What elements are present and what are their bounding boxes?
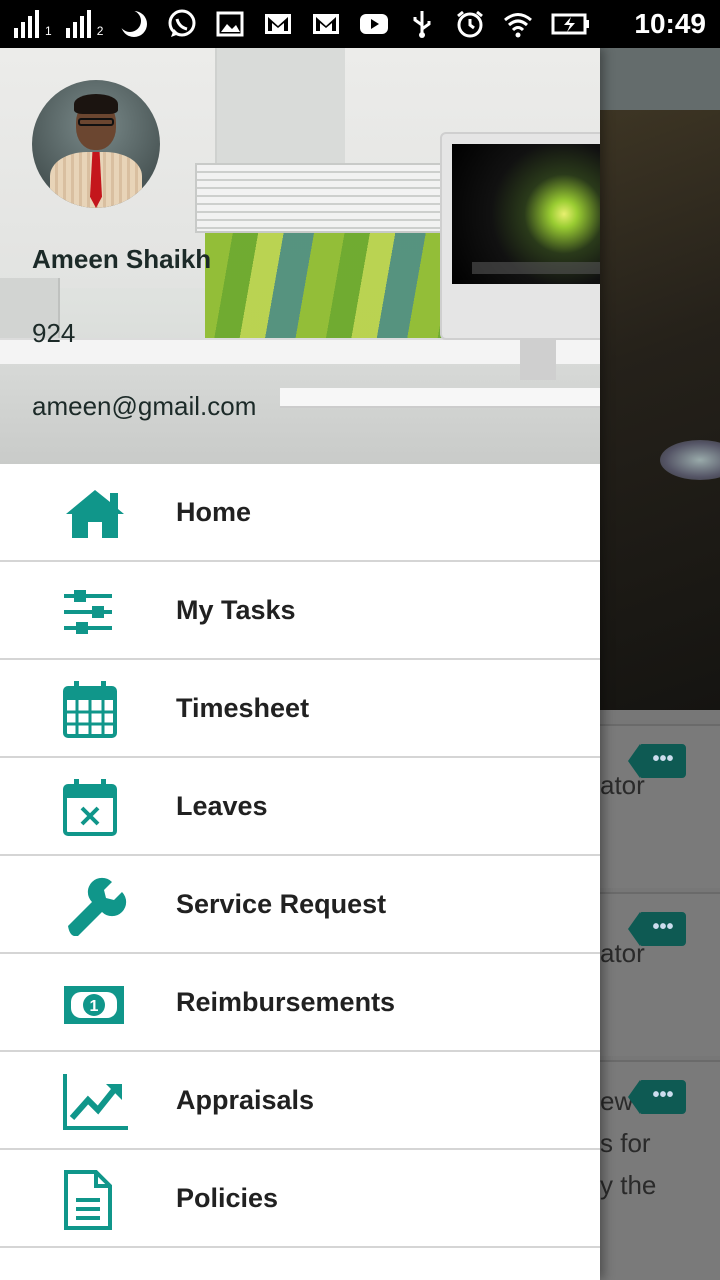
background-card: ator ••• [600, 892, 720, 1056]
menu-item-leaves[interactable]: Leaves [0, 758, 600, 856]
document-icon [62, 1170, 128, 1230]
menu-item-label: Home [176, 496, 252, 527]
wifi-icon [504, 13, 533, 38]
battery-charging-icon [551, 13, 590, 35]
usb-icon [413, 11, 431, 38]
signal-icon: 2 [65, 10, 104, 38]
calendar-x-icon [62, 778, 128, 838]
wrench-icon [62, 876, 128, 937]
drawer-header: Ameen Shaikh 924 ameen@gmail.com [0, 48, 600, 464]
sim2-label: 2 [96, 24, 104, 38]
avatar[interactable] [32, 80, 160, 208]
calendar-grid-icon [62, 680, 128, 740]
monitor-image [440, 132, 600, 340]
alarm-icon [457, 10, 484, 38]
gmail-icon [313, 14, 340, 34]
sim1-label: 1 [45, 24, 52, 38]
menu-item-label: Appraisals [176, 1084, 315, 1115]
user-id: 924 [32, 318, 76, 348]
status-bar: 1 2 10:49 [0, 0, 720, 48]
comment-tag-icon: ••• [628, 744, 686, 778]
background-app-content: ator ••• ator ••• ew s for y the ••• [600, 48, 720, 1280]
status-icons: 1 2 [14, 9, 622, 39]
menu-item-my-tasks[interactable]: My Tasks [0, 562, 600, 660]
menu-item-appraisals[interactable]: Appraisals [0, 1052, 600, 1150]
youtube-icon [360, 14, 389, 34]
menu-item-label: Timesheet [176, 692, 310, 723]
user-email: ameen@gmail.com [32, 391, 257, 421]
background-card: ator ••• [600, 724, 720, 888]
comment-tag-icon: ••• [628, 1080, 686, 1114]
clock: 10:49 [634, 8, 706, 39]
image-icon [216, 11, 244, 37]
sliders-icon [62, 582, 128, 642]
menu-item-label: Service Request [176, 888, 387, 919]
moon-icon [119, 10, 148, 37]
drawer-menu: Home My Tasks Timesheet Leaves Service R… [0, 464, 600, 1248]
svg-text:1: 1 [90, 998, 99, 1015]
menu-item-label: Policies [176, 1182, 279, 1213]
menu-item-timesheet[interactable]: Timesheet [0, 660, 600, 758]
whatsapp-icon [168, 9, 196, 37]
menu-item-home[interactable]: Home [0, 464, 600, 562]
trend-chart-icon [62, 1072, 128, 1132]
signal-icon: 1 [14, 10, 52, 38]
gmail-icon [265, 14, 292, 34]
background-banner-image [600, 110, 720, 710]
home-icon [62, 484, 128, 544]
user-name: Ameen Shaikh [32, 244, 212, 274]
background-app-bar [600, 48, 720, 110]
menu-item-policies[interactable]: Policies [0, 1150, 600, 1248]
menu-item-label: My Tasks [176, 594, 296, 625]
navigation-drawer: Ameen Shaikh 924 ameen@gmail.com Home My… [0, 48, 600, 1280]
background-card: ew s for y the ••• [600, 1060, 720, 1280]
menu-item-reimbursements[interactable]: 1 Reimbursements [0, 954, 600, 1052]
menu-item-service-request[interactable]: Service Request [0, 856, 600, 954]
menu-item-label: Leaves [176, 790, 268, 821]
money-icon: 1 [62, 974, 128, 1034]
comment-tag-icon: ••• [628, 912, 686, 946]
menu-item-label: Reimbursements [176, 986, 396, 1017]
